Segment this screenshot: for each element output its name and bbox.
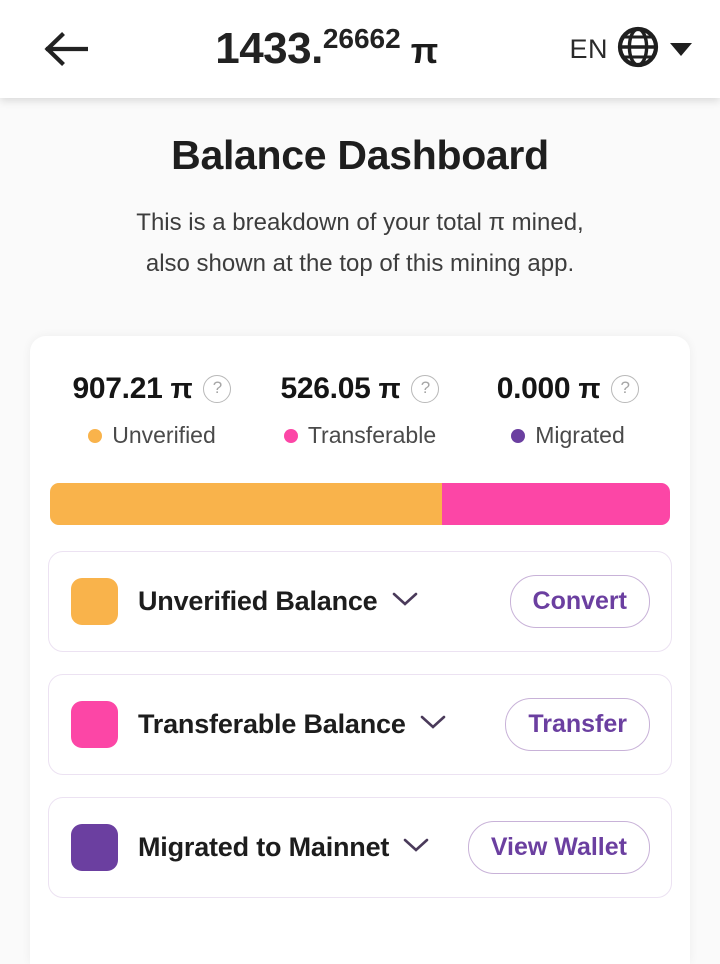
stat-legend: Unverified xyxy=(88,422,216,449)
app-header: 1433. 26662 π EN xyxy=(0,0,720,98)
chevron-down-icon[interactable] xyxy=(420,714,446,735)
balance-card-migrated[interactable]: Migrated to Mainnet View Wallet xyxy=(48,797,672,898)
view-wallet-button[interactable]: View Wallet xyxy=(467,820,650,875)
chevron-down-icon[interactable] xyxy=(392,591,418,612)
language-code: EN xyxy=(569,33,608,64)
balance-integer-part: 1433. xyxy=(215,24,323,73)
color-swatch xyxy=(71,824,118,871)
stat-amount-row: 907.21 π ? xyxy=(73,372,232,406)
pi-symbol: π xyxy=(378,373,401,405)
language-selector[interactable]: EN xyxy=(569,26,692,73)
balance-dashboard-screen: 1433. 26662 π EN Balance Dashboard This … xyxy=(0,0,720,964)
color-swatch xyxy=(71,701,118,748)
legend-label: Transferable xyxy=(307,422,437,448)
stat-unverified: 907.21 π ? Unverified xyxy=(48,372,256,449)
page-heading-zone: Balance Dashboard This is a breakdown of… xyxy=(0,98,720,285)
chevron-down-icon[interactable] xyxy=(403,837,429,858)
legend-label: Unverified xyxy=(112,422,216,448)
stat-amount-value: 0.000 π xyxy=(497,372,601,406)
page-subtitle: This is a breakdown of your total π mine… xyxy=(0,202,720,285)
page-subtitle-line-1: This is a breakdown of your total π mine… xyxy=(136,209,584,237)
help-icon[interactable]: ? xyxy=(611,375,640,403)
pi-symbol: π xyxy=(170,373,193,405)
legend-label: Migrated xyxy=(535,422,625,448)
stat-amount-value: 907.21 π xyxy=(73,372,193,406)
progress-segment-transferable xyxy=(442,483,670,525)
color-swatch xyxy=(71,578,118,625)
stats-row: 907.21 π ? Unverified 526.05 π ? Transfe… xyxy=(48,336,672,449)
pi-symbol: π xyxy=(578,373,601,405)
legend-dot-unverified xyxy=(88,428,103,443)
chevron-down-icon xyxy=(670,42,692,56)
pi-symbol: π xyxy=(410,30,439,71)
balance-panel: 907.21 π ? Unverified 526.05 π ? Transfe… xyxy=(30,336,690,964)
help-icon[interactable]: ? xyxy=(203,375,232,403)
page-subtitle-line-2: also shown at the top of this mining app… xyxy=(145,250,575,278)
balance-card-label: Migrated to Mainnet xyxy=(138,832,390,862)
globe-icon xyxy=(617,26,659,73)
stat-transferable: 526.05 π ? Transferable xyxy=(256,372,464,449)
stat-amount-value: 526.05 π xyxy=(281,372,401,406)
page-title: Balance Dashboard xyxy=(171,132,549,178)
balance-cards-list: Unverified Balance Convert Transferable … xyxy=(48,551,672,898)
balance-card-label: Unverified Balance xyxy=(138,586,378,616)
legend-dot-transferable xyxy=(283,428,298,443)
balance-card-transferable[interactable]: Transferable Balance Transfer xyxy=(48,674,672,775)
stat-number: 0.000 xyxy=(496,372,571,405)
legend-dot-migrated xyxy=(511,428,526,443)
transfer-button[interactable]: Transfer xyxy=(505,697,650,752)
stat-legend: Transferable xyxy=(283,422,437,449)
stat-migrated: 0.000 π ? Migrated xyxy=(464,372,672,449)
stat-number: 907.21 xyxy=(72,372,163,405)
stat-amount-row: 526.05 π ? xyxy=(281,372,440,406)
total-balance: 1433. 26662 π xyxy=(84,23,569,73)
balance-progress-bar xyxy=(50,483,670,525)
stat-amount-row: 0.000 π ? xyxy=(497,372,640,406)
stat-legend: Migrated xyxy=(511,422,625,449)
help-icon[interactable]: ? xyxy=(411,375,440,403)
progress-segment-unverified xyxy=(50,483,443,525)
balance-card-unverified[interactable]: Unverified Balance Convert xyxy=(48,551,672,652)
stat-number: 526.05 xyxy=(280,372,371,405)
convert-button[interactable]: Convert xyxy=(509,574,650,629)
balance-card-label: Transferable Balance xyxy=(138,709,406,739)
balance-fraction-part: 26662 xyxy=(322,23,401,54)
arrow-left-icon xyxy=(42,32,88,66)
